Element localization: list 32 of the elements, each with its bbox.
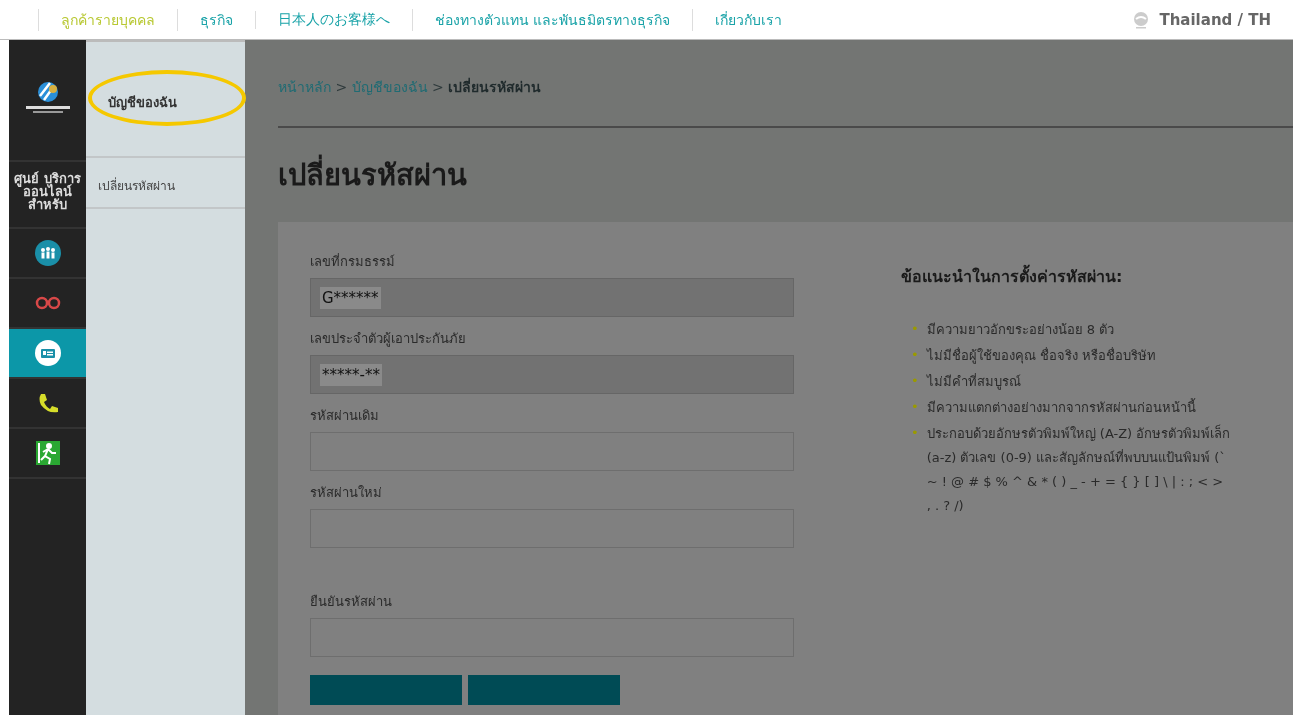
nav-link[interactable]: เกี่ยวกับเรา [692, 8, 805, 31]
nav-tab[interactable] [9, 327, 86, 377]
id-card-icon [34, 340, 61, 366]
field-label: รหัสผ่านเดิม [310, 407, 379, 425]
tips-heading: ข้อแนะนำในการตั้งค่ารหัสผ่าน: [901, 264, 1231, 289]
tip-item: ไม่มีคำที่สมบูรณ์ [926, 372, 1021, 392]
bullet: • [911, 372, 919, 390]
field-label: รหัสผ่านใหม่ [310, 484, 382, 502]
nav-link[interactable]: ช่องทางตัวแทน และพันธมิตรทางธุรกิจ [412, 8, 693, 31]
breadcrumb-separator: > [432, 79, 444, 95]
field-label: ยืนยันรหัสผ่าน [310, 593, 392, 611]
bullet: • [911, 346, 919, 364]
bullet: • [911, 424, 919, 442]
field-label: เลขที่กรมธรรม์ [310, 252, 395, 271]
breadcrumb-current: เปลี่ยนรหัสผ่าน [448, 79, 542, 95]
people-icon [34, 240, 61, 266]
page-title: เปลี่ยนรหัสผ่าน [278, 128, 1293, 222]
tip-item: ไม่มีชื่อผู้ใช้ของคุณ ชื่อจริง หรือชื่อบริษัท [926, 346, 1156, 366]
nav-link[interactable]: ลูกค้ารายบุคคล [38, 8, 177, 31]
tip-item: ประกอบด้วยอักษรตัวพิมพ์ใหญ่ (A-Z) อักษรตัวพิมพ์เล็ก (a-z) ตัวเลข (0-9) และสัญลักษณ์ที่พบบนแป้นพิมพ์ (` ~ ! @ # $ % ^ & * ( ) _ - + = { } [ ] \ | : ; < > , . ? /) [926, 423, 1231, 515]
nav-link[interactable]: 日本人のお客様へ [255, 10, 412, 29]
region-selector[interactable]: Thailand / TH [1159, 10, 1271, 29]
bullet: • [911, 320, 919, 338]
tip-item: มีความแตกต่างอย่างมากจากรหัสผ่านก่อนหน้านี้ [926, 397, 1196, 417]
breadcrumb-separator: > [335, 79, 348, 95]
exit-icon [34, 440, 61, 466]
menu-heading[interactable]: บัญชีของฉัน [108, 95, 177, 110]
bullet: • [911, 398, 919, 416]
tip-item: มีความยาวอักขระอย่างน้อย 8 ตัว [926, 321, 1115, 339]
field-label: เลขประจำตัวผู้เอาประกันภัย [310, 330, 466, 349]
nav-link[interactable]: ธุรกิจ [177, 8, 255, 31]
sidebar-title: ศูนย์ บริการ ออนไลน์ สำหรับ [13, 170, 82, 214]
